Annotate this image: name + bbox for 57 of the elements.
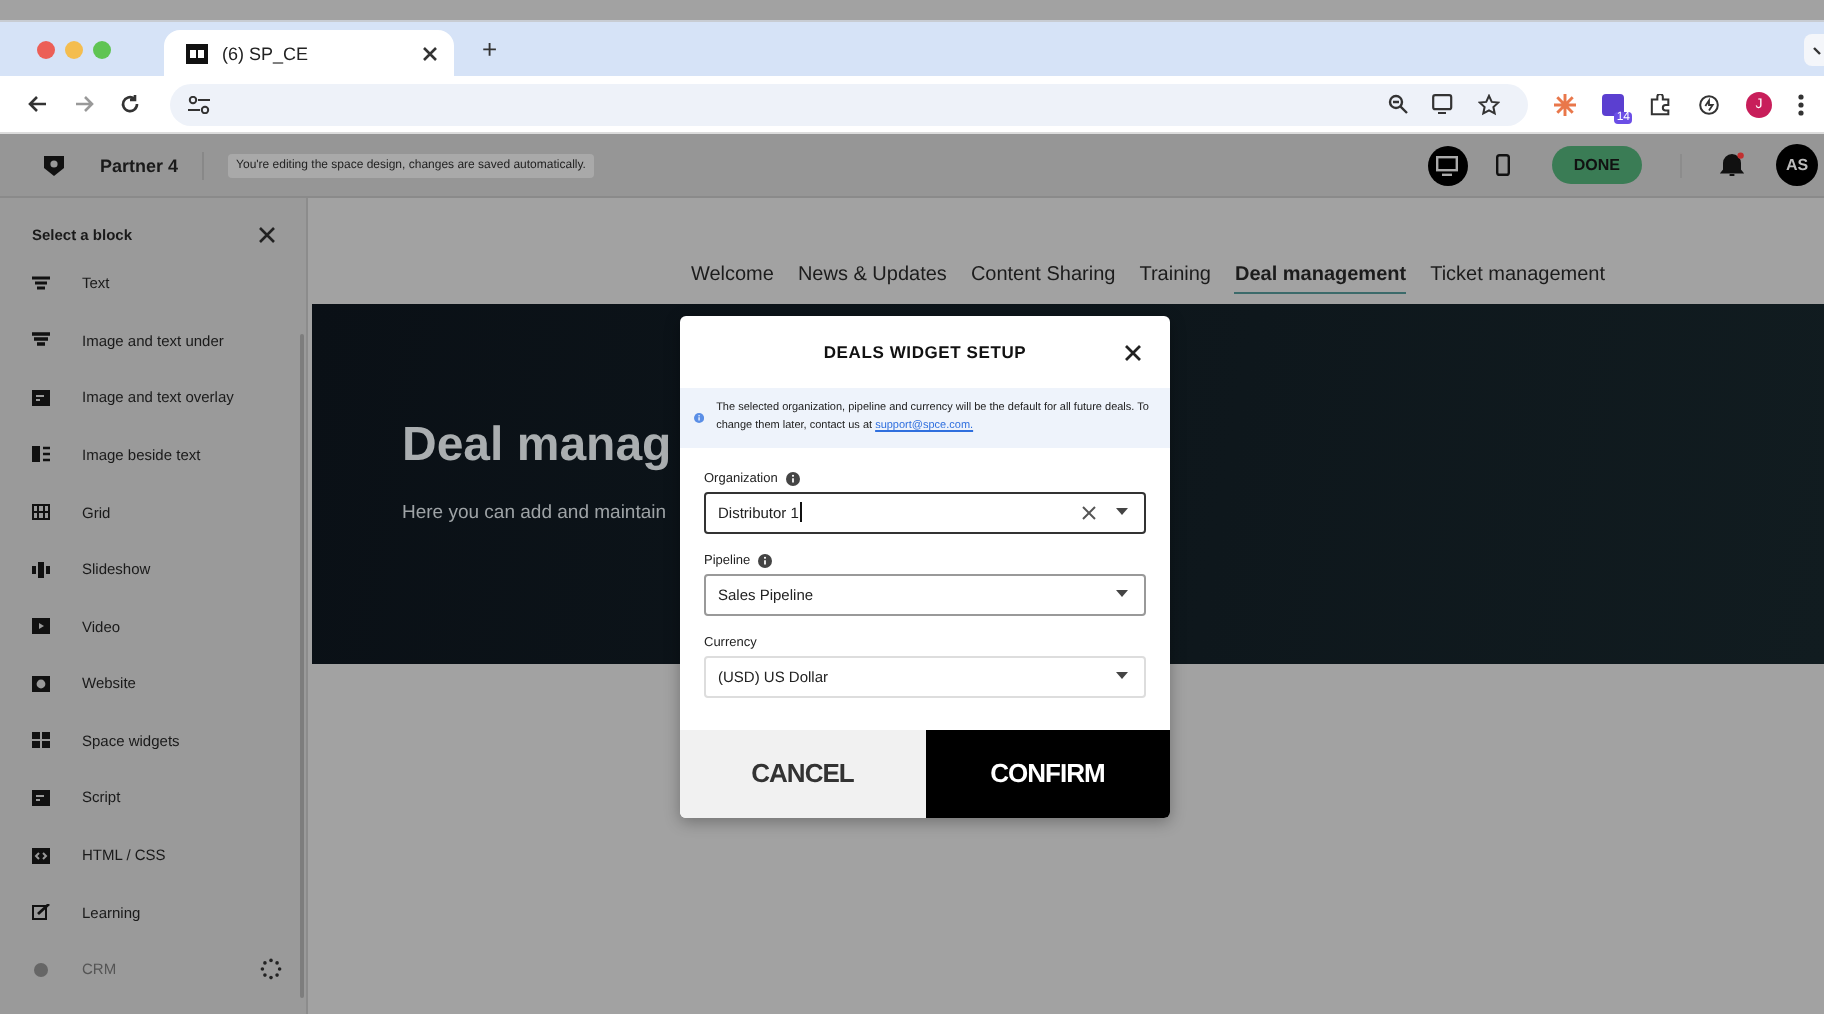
nav-tab[interactable]: Welcome [690, 264, 774, 294]
widgets-icon [32, 732, 50, 749]
edit-icon [32, 904, 50, 921]
dialog-title: DEALS WIDGET SETUP [823, 342, 1027, 362]
code-icon [32, 847, 50, 864]
puzzle-icon[interactable] [1650, 93, 1672, 115]
slideshow-icon [32, 561, 50, 578]
hero-title: Deal manag [402, 417, 672, 473]
nav-tab[interactable]: News & Updates [797, 264, 947, 294]
monitor-icon [1436, 155, 1459, 175]
close-icon[interactable] [258, 225, 276, 244]
image-beside-icon [32, 446, 50, 463]
done-button[interactable]: DONE [1551, 146, 1642, 184]
site-settings-icon[interactable] [188, 95, 210, 113]
script-icon [32, 789, 50, 806]
info-icon[interactable] [785, 471, 800, 486]
tab-title: (6) SP_CE [222, 43, 311, 63]
dropdown-caret-icon[interactable] [1116, 590, 1128, 599]
dropdown-caret-icon[interactable] [1116, 508, 1128, 517]
crm-icon [32, 961, 50, 978]
new-tab-button[interactable]: + [482, 34, 498, 64]
sparkle-icon[interactable] [1554, 93, 1576, 115]
reload-icon[interactable] [120, 94, 140, 114]
confirm-button[interactable]: CONFIRM [925, 729, 1170, 818]
cancel-button[interactable]: CANCEL [680, 729, 925, 818]
image-text-under-icon [32, 332, 50, 349]
star-icon[interactable] [1478, 93, 1500, 115]
window-controls-icon[interactable] [36, 39, 112, 59]
text-block-icon [32, 275, 50, 292]
zoom-icon[interactable] [1388, 94, 1408, 114]
nav-tab[interactable]: Ticket management [1430, 264, 1606, 294]
video-icon [32, 618, 50, 635]
browser-tab[interactable]: (6) SP_CE [164, 30, 454, 76]
notification-bell-icon[interactable] [1720, 152, 1744, 178]
menu-icon[interactable] [1798, 93, 1804, 115]
workspace-name: Partner 4 [100, 155, 179, 175]
clear-icon[interactable] [1082, 505, 1096, 520]
user-avatar[interactable]: AS [1776, 144, 1818, 186]
info-icon[interactable] [758, 553, 773, 568]
favicon-icon [186, 43, 208, 63]
back-icon[interactable] [28, 94, 48, 114]
nav-tab[interactable]: Training [1139, 264, 1211, 294]
forward-icon[interactable] [74, 94, 94, 114]
hero-subtitle: Here you can add and maintain [402, 501, 669, 523]
nav-tab[interactable]: Deal management [1234, 264, 1407, 294]
nav-tab[interactable]: Content Sharing [970, 264, 1116, 294]
close-icon[interactable] [422, 45, 438, 61]
loading-spinner-icon [260, 958, 282, 981]
close-icon[interactable] [1124, 343, 1142, 361]
logo-icon [40, 151, 68, 179]
image-overlay-icon [32, 389, 50, 406]
grid-icon [32, 504, 50, 521]
dropdown-caret-icon[interactable] [1116, 672, 1128, 681]
desktop-view-button[interactable] [1427, 145, 1468, 185]
website-icon [32, 675, 50, 692]
info-icon [694, 409, 705, 426]
phone-icon [1496, 154, 1511, 176]
